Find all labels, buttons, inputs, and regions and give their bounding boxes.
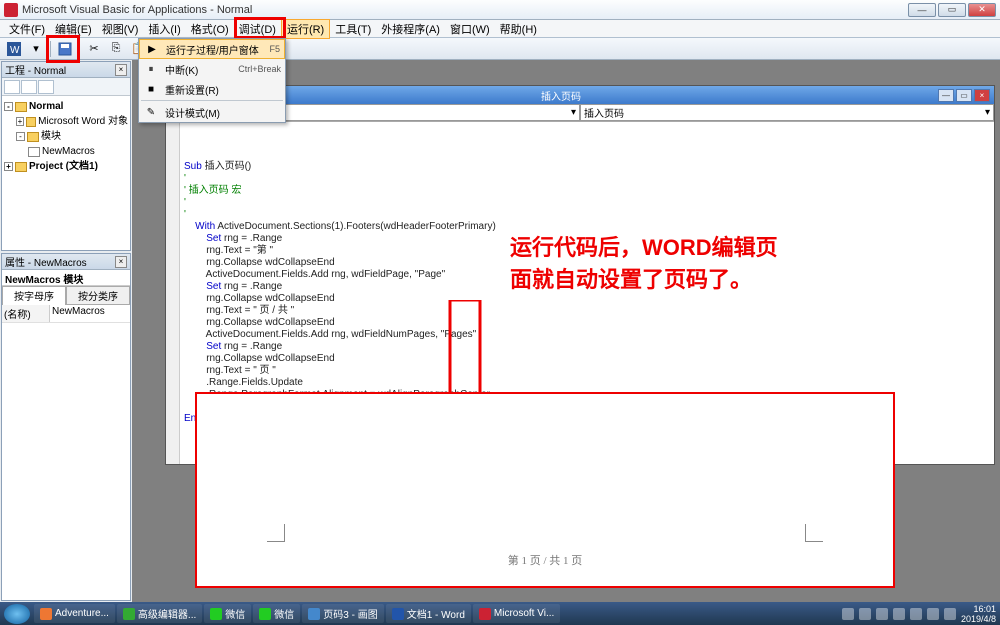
left-column: 工程 - Normal × -Normal +Microsoft Word 对象… [0,60,132,602]
maximize-button[interactable]: ▭ [938,3,966,17]
properties-panel: 属性 - NewMacros × NewMacros 模块 按字母序 按分类序 … [1,253,131,601]
play-icon: ▶ [144,44,160,55]
task-item[interactable]: 文档1 - Word [386,604,471,623]
word-page-preview: 第 1 页 / 共 1 页 [195,392,895,588]
title-bar: Microsoft Visual Basic for Applications … [0,0,1000,20]
task-item[interactable]: 页码3 - 画图 [302,604,383,623]
app-icon [4,3,18,17]
code-min-button[interactable]: — [938,89,954,102]
close-button[interactable]: ✕ [968,3,996,17]
save-icon[interactable] [55,40,75,58]
panel-close-icon[interactable]: × [115,64,127,76]
page-footer-text: 第 1 页 / 共 1 页 [197,552,893,568]
start-button[interactable] [4,604,30,624]
task-item[interactable]: 高级编辑器... [117,604,202,623]
project-panel-title: 工程 - Normal × [2,62,130,78]
pause-icon: ⏸ [143,64,159,75]
dd-reset[interactable]: ■ 重新设置(R) [139,79,285,99]
panel-close-icon[interactable]: × [115,256,127,268]
task-item[interactable]: Microsoft Vi... [473,604,560,623]
procedure-combo[interactable]: 插入页码▾ [580,104,994,121]
volume-icon[interactable] [944,608,956,620]
taskbar: Adventure... 高级编辑器... 微信 微信 页码3 - 画图 文档1… [0,602,1000,625]
tray-icon[interactable] [842,608,854,620]
menu-help[interactable]: 帮助(H) [495,20,542,38]
svg-text:W: W [10,45,20,56]
menu-debug[interactable]: 调试(D) [234,20,281,38]
minimize-button[interactable]: — [908,3,936,17]
code-close-button[interactable]: × [974,89,990,102]
tab-categorized[interactable]: 按分类序 [66,286,130,305]
menu-insert[interactable]: 插入(I) [143,20,185,38]
properties-panel-title: 属性 - NewMacros × [2,254,130,270]
code-combos: (通用)▾ 插入页码▾ [166,104,994,122]
proj-tb-btn[interactable] [4,80,20,94]
tab-alphabetic[interactable]: 按字母序 [2,286,66,305]
menu-run[interactable]: 运行(R) [281,19,330,39]
chevron-down-icon: ▾ [571,107,576,118]
window-buttons: — ▭ ✕ [908,3,996,17]
properties-object[interactable]: NewMacros 模块 [2,270,130,286]
dd-run-sub[interactable]: ▶ 运行子过程/用户窗体 F5 [139,39,285,59]
design-icon: ✎ [143,107,159,118]
menu-view[interactable]: 视图(V) [97,20,144,38]
clock[interactable]: 16:012019/4/8 [961,604,996,624]
menu-window[interactable]: 窗口(W) [445,20,495,38]
dd-design[interactable]: ✎ 设计模式(M) [139,102,285,122]
window-title: Microsoft Visual Basic for Applications … [22,4,908,16]
tray-icon[interactable] [859,608,871,620]
word-icon[interactable]: W [4,40,24,58]
menu-file[interactable]: 文件(F) [4,20,50,38]
tray-icon[interactable] [876,608,888,620]
menu-format[interactable]: 格式(O) [186,20,234,38]
run-dropdown: ▶ 运行子过程/用户窗体 F5 ⏸ 中断(K) Ctrl+Break ■ 重新设… [138,38,286,123]
code-title-bar: 插入页码 — ▭ × [166,86,994,104]
menu-addins[interactable]: 外接程序(A) [376,20,445,38]
menu-tools[interactable]: 工具(T) [330,20,376,38]
tray-icon[interactable] [893,608,905,620]
copy-icon[interactable]: ⎘ [106,40,126,58]
code-margin [166,122,180,464]
tb-dropdown-icon[interactable]: ▾ [26,40,46,58]
menu-bar: 文件(F) 编辑(E) 视图(V) 插入(I) 格式(O) 调试(D) 运行(R… [0,20,1000,38]
project-tree[interactable]: -Normal +Microsoft Word 对象 -模块 NewMacros… [2,96,130,177]
task-item[interactable]: Adventure... [34,604,115,623]
task-item[interactable]: 微信 [253,604,300,623]
dd-break[interactable]: ⏸ 中断(K) Ctrl+Break [139,59,285,79]
prop-row[interactable]: (名称) NewMacros [2,305,130,323]
cut-icon[interactable]: ✂ [84,40,104,58]
tray-icon[interactable] [910,608,922,620]
proj-tb-btn[interactable] [21,80,37,94]
project-toolbar [2,78,130,96]
stop-icon: ■ [143,84,159,95]
system-tray: 16:012019/4/8 [842,604,996,624]
tray-icon[interactable] [927,608,939,620]
properties-tabs: 按字母序 按分类序 [2,286,130,305]
chevron-down-icon: ▾ [985,107,990,118]
properties-grid: (名称) NewMacros [2,305,130,323]
menu-edit[interactable]: 编辑(E) [50,20,97,38]
task-item[interactable]: 微信 [204,604,251,623]
code-max-button[interactable]: ▭ [956,89,972,102]
project-panel: 工程 - Normal × -Normal +Microsoft Word 对象… [1,61,131,251]
proj-tb-btn[interactable] [38,80,54,94]
